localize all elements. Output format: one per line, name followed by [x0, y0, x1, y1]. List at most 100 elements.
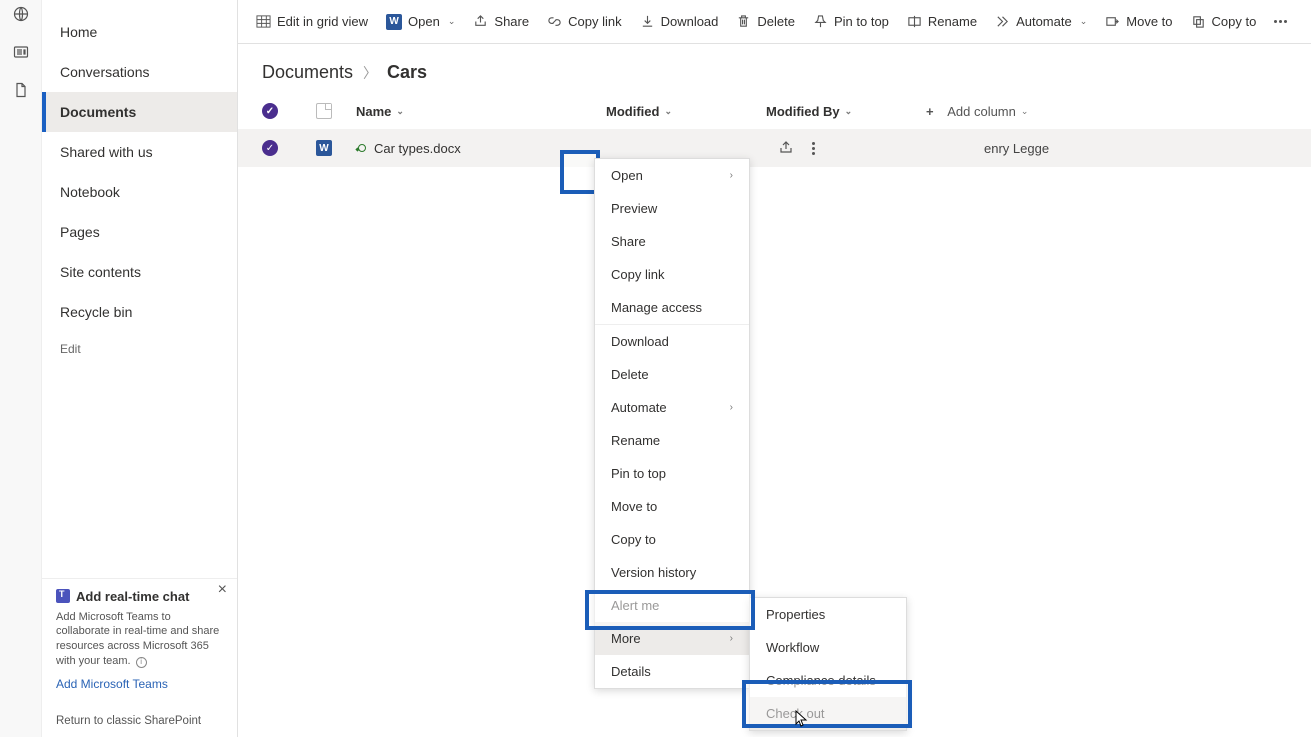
modified-column-header[interactable]: Modified⌄ [606, 104, 766, 119]
promo-add-teams-link[interactable]: Add Microsoft Teams [56, 677, 168, 691]
chevron-down-icon: ⌄ [1080, 16, 1088, 27]
nav: Home Conversations Documents Shared with… [42, 0, 237, 366]
sidebar-item-notebook[interactable]: Notebook [42, 172, 237, 212]
word-icon: W [386, 14, 402, 30]
automate-button[interactable]: Automate⌄ [995, 14, 1087, 29]
move-icon [1105, 14, 1120, 29]
row-file-icon: W [316, 140, 356, 156]
flow-icon [995, 14, 1010, 29]
sidebar-item-pages[interactable]: Pages [42, 212, 237, 252]
menu-pin[interactable]: Pin to top [595, 457, 749, 490]
row-modified-by: enry Legge [984, 129, 1049, 167]
add-column-button[interactable]: + Add column⌄ [926, 104, 1086, 119]
promo-title-text: Add real-time chat [76, 589, 189, 604]
file-type-icon [316, 103, 332, 119]
grid-icon [256, 14, 271, 29]
promo-panel: × Add real-time chat Add Microsoft Teams… [42, 578, 237, 701]
submenu-workflow[interactable]: Workflow [750, 631, 906, 664]
download-icon [640, 14, 655, 29]
highlight-checkout [742, 680, 912, 728]
menu-manage-access[interactable]: Manage access [595, 291, 749, 324]
menu-copy-to[interactable]: Copy to [595, 523, 749, 556]
row-select[interactable] [256, 140, 316, 156]
copy-icon [1191, 14, 1206, 29]
more-toolbar-button[interactable] [1274, 20, 1287, 23]
chevron-down-icon: ⌄ [448, 16, 456, 27]
table-row[interactable]: W Car types.docx enry Legge [238, 129, 1311, 167]
highlight-more-menu [585, 590, 755, 630]
name-column-header[interactable]: Name⌄ [356, 104, 606, 119]
modified-by-column-header[interactable]: Modified By⌄ [766, 104, 926, 119]
breadcrumb-documents[interactable]: Documents [262, 62, 353, 83]
sync-status-icon [356, 143, 366, 153]
pin-icon [813, 14, 828, 29]
share-button[interactable]: Share [473, 14, 529, 29]
menu-rename[interactable]: Rename [595, 424, 749, 457]
copy-link-button[interactable]: Copy link [547, 14, 621, 29]
menu-delete[interactable]: Delete [595, 358, 749, 391]
download-button[interactable]: Download [640, 14, 719, 29]
check-icon [262, 140, 278, 156]
edit-grid-button[interactable]: Edit in grid view [256, 14, 368, 29]
pin-button[interactable]: Pin to top [813, 14, 889, 29]
sidebar-item-recycle-bin[interactable]: Recycle bin [42, 292, 237, 332]
plus-icon: + [926, 104, 934, 119]
sidebar-item-site-contents[interactable]: Site contents [42, 252, 237, 292]
submenu-properties[interactable]: Properties [750, 598, 906, 631]
chevron-down-icon: ⌄ [1021, 106, 1029, 117]
menu-download[interactable]: Download [595, 324, 749, 358]
info-icon[interactable]: i [136, 657, 147, 668]
rename-button[interactable]: Rename [907, 14, 977, 29]
chevron-down-icon: ⌄ [396, 106, 404, 117]
close-icon[interactable]: × [218, 581, 227, 599]
menu-share[interactable]: Share [595, 225, 749, 258]
type-column-header[interactable] [316, 103, 356, 119]
list-header: Name⌄ Modified⌄ Modified By⌄ + Add colum… [238, 93, 1311, 129]
check-icon [262, 103, 278, 119]
chevron-down-icon: ⌄ [845, 106, 853, 117]
menu-automate[interactable]: Automate› [595, 391, 749, 424]
globe-icon[interactable] [13, 6, 29, 22]
sidebar-item-conversations[interactable]: Conversations [42, 52, 237, 92]
menu-open[interactable]: Open› [595, 159, 749, 192]
rename-icon [907, 14, 922, 29]
return-classic-link[interactable]: Return to classic SharePoint [56, 715, 201, 727]
sidebar-item-shared[interactable]: Shared with us [42, 132, 237, 172]
trash-icon [736, 14, 751, 29]
chevron-right-icon: › [730, 170, 733, 181]
menu-version-history[interactable]: Version history [595, 556, 749, 589]
sidebar: Home Conversations Documents Shared with… [42, 0, 238, 737]
promo-title: Add real-time chat [56, 589, 223, 604]
news-icon[interactable] [13, 44, 29, 60]
menu-move[interactable]: Move to [595, 490, 749, 523]
chevron-right-icon: › [730, 633, 733, 644]
sidebar-item-home[interactable]: Home [42, 12, 237, 52]
copy-to-button[interactable]: Copy to [1191, 14, 1257, 29]
move-button[interactable]: Move to [1105, 14, 1172, 29]
sidebar-edit[interactable]: Edit [42, 332, 237, 366]
more-vertical-icon[interactable] [808, 140, 818, 156]
document-icon[interactable] [13, 82, 29, 98]
chevron-down-icon: ⌄ [664, 106, 672, 117]
chevron-right-icon: 〉 [363, 63, 377, 83]
delete-button[interactable]: Delete [736, 14, 795, 29]
more-horizontal-icon [1274, 20, 1287, 23]
link-icon [547, 14, 562, 29]
chevron-right-icon: › [730, 402, 733, 413]
open-button[interactable]: W Open⌄ [386, 14, 455, 30]
breadcrumb: Documents 〉 Cars [238, 44, 1311, 93]
breadcrumb-current: Cars [387, 62, 427, 83]
sidebar-item-documents[interactable]: Documents [42, 92, 237, 132]
menu-copy-link[interactable]: Copy link [595, 258, 749, 291]
app-rail [0, 0, 42, 737]
select-all[interactable] [256, 103, 316, 119]
share-row-icon[interactable] [778, 140, 794, 156]
document-list: Name⌄ Modified⌄ Modified By⌄ + Add colum… [238, 93, 1311, 167]
word-document-icon: W [316, 140, 332, 156]
menu-preview[interactable]: Preview [595, 192, 749, 225]
share-icon [473, 14, 488, 29]
promo-description: Add Microsoft Teams to collaborate in re… [56, 610, 223, 669]
menu-details[interactable]: Details [595, 655, 749, 688]
teams-icon [56, 589, 70, 603]
toolbar: Edit in grid view W Open⌄ Share Copy lin… [238, 0, 1311, 44]
